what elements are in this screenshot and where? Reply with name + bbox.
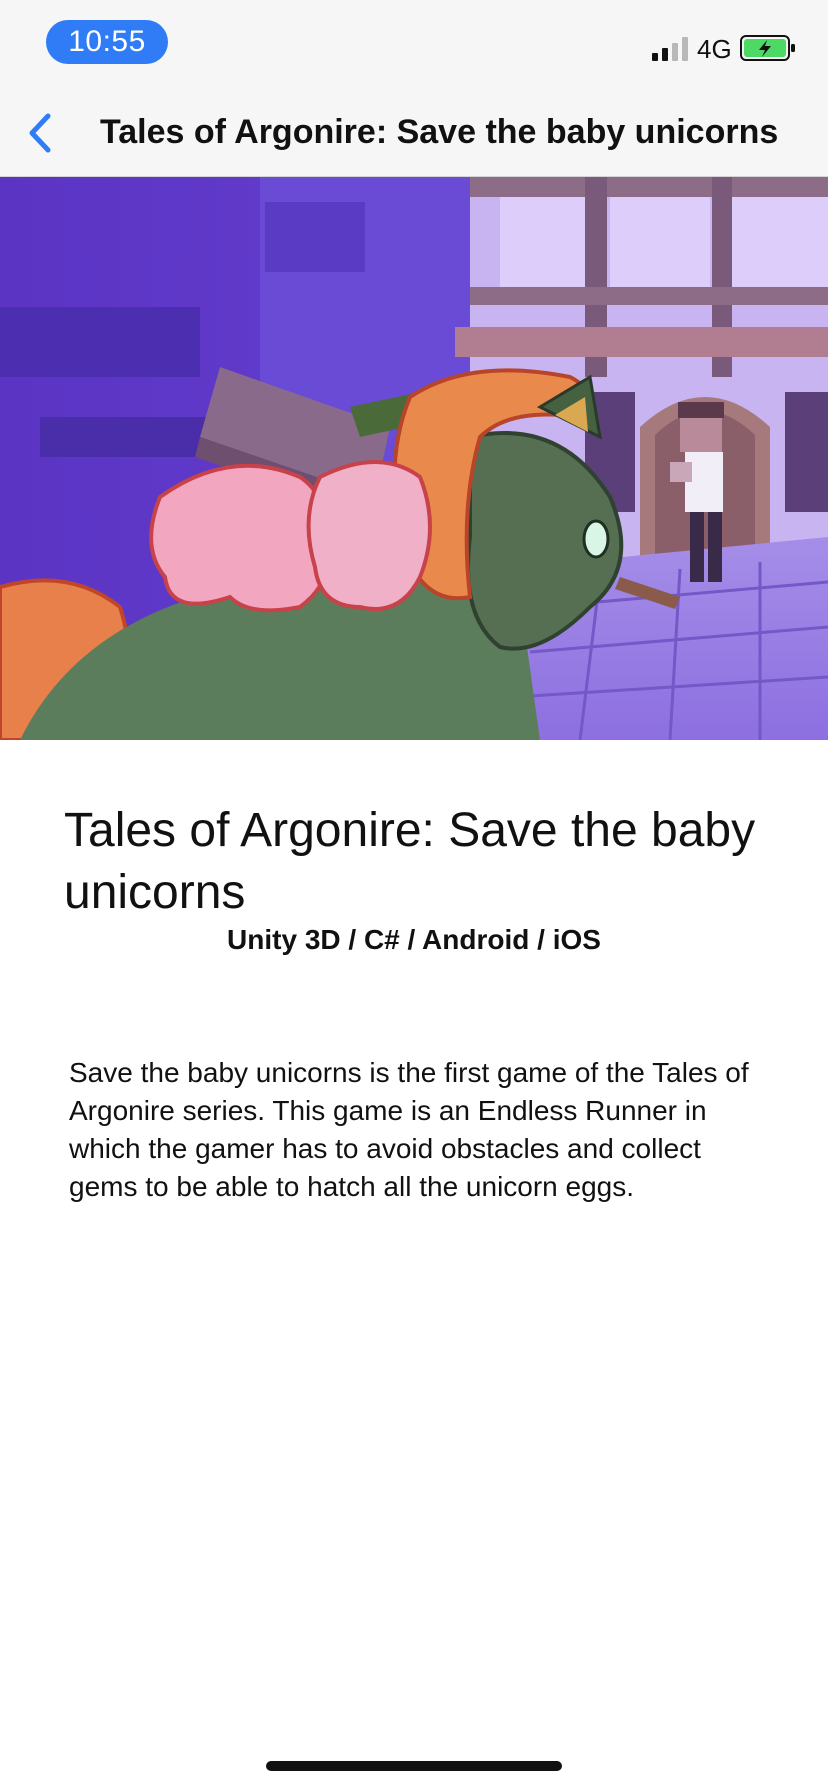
hero-image: [0, 177, 828, 740]
chevron-left-icon[interactable]: [16, 108, 66, 158]
status-bar: 10:55 4G: [0, 0, 828, 88]
home-indicator[interactable]: [266, 1761, 562, 1771]
game-title: Tales of Argonire: Save the baby unicorn…: [64, 804, 756, 919]
navigation-bar: Tales of Argonire: Save the baby unicorn…: [0, 88, 828, 177]
game-screenshot-image: [0, 177, 828, 740]
game-description: Save the baby unicorns is the first game…: [69, 1057, 749, 1202]
network-type: 4G: [697, 34, 732, 64]
battery-charging-icon: [740, 35, 795, 61]
nav-title: Tales of Argonire: Save the baby unicorn…: [100, 113, 779, 151]
screen: 10:55 4G Tales of Argonire: Save the bab…: [0, 0, 828, 1792]
tech-stack: Unity 3D / C# / Android / iOS: [227, 924, 601, 955]
cellular-signal-icon: [652, 37, 688, 61]
status-time[interactable]: 10:55: [46, 20, 168, 64]
